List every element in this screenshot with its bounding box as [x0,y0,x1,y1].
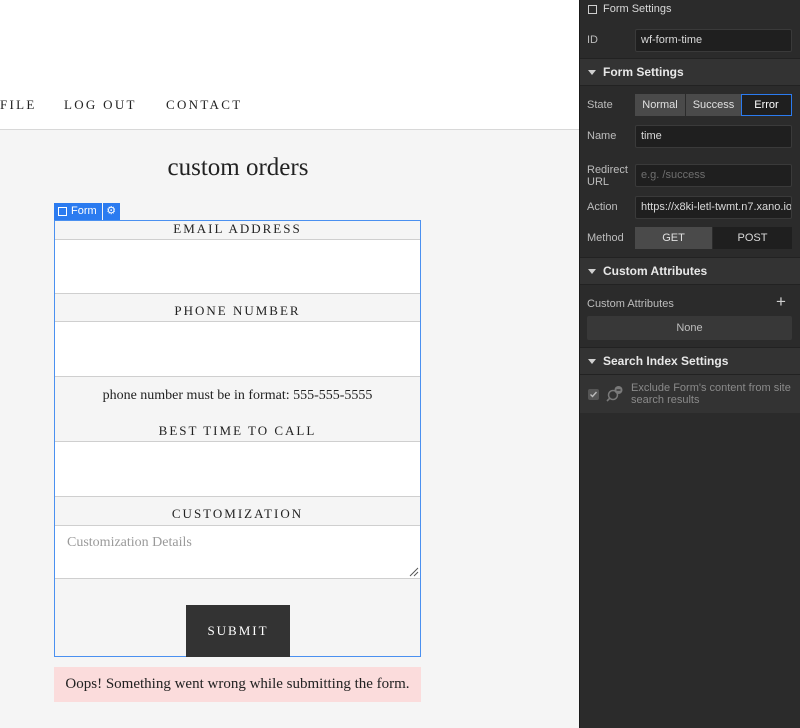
redirect-label-line-1: Redirect [587,164,628,176]
customization-label: CUSTOMIZATION [171,506,304,521]
add-attribute-icon[interactable]: + [776,293,786,310]
form-settings-section-header[interactable]: Form Settings [580,58,800,86]
exclude-search-checkbox[interactable] [588,389,599,400]
phone-field[interactable] [55,321,420,377]
site-header: FILE LOG OUT CONTACT [0,0,579,130]
exclude-search-text: Exclude Form's content from site search … [631,382,791,406]
custom-attributes-section-header[interactable]: Custom Attributes [580,257,800,285]
nav-profile-link[interactable]: FILE [0,97,37,113]
form-tag-text: Form [71,205,97,217]
name-input[interactable]: time [635,125,792,148]
state-error-button[interactable]: Error [741,94,792,116]
form-tag-label[interactable]: Form [54,203,102,220]
method-post-button[interactable]: POST [713,227,792,249]
best-time-field[interactable] [55,441,420,497]
method-label: Method [587,232,624,244]
panel-title: Form Settings [603,3,672,15]
form-selection-tag[interactable]: Form ⚙ [54,203,120,220]
section-title: Form Settings [603,65,684,79]
action-url-input[interactable]: https://x8ki-letl-twmt.n7.xano.io [635,196,792,219]
email-label: EMAIL ADDRESS [173,221,302,236]
form-error-message: Oops! Something went wrong while submitt… [54,667,421,702]
customization-placeholder: Customization Details [67,535,192,550]
redirect-label: Redirect URL [587,164,628,188]
id-input[interactable]: wf-form-time [635,29,792,52]
section-title: Custom Attributes [603,264,708,278]
best-time-label: BEST TIME TO CALL [158,423,317,438]
phone-label: PHONE NUMBER [174,303,301,318]
custom-attributes-empty: None [587,316,792,340]
method-get-button[interactable]: GET [635,227,712,249]
resize-handle-icon[interactable] [409,567,419,577]
nav-logout-link[interactable]: LOG OUT [64,97,137,113]
customization-textarea[interactable]: Customization Details [55,525,420,579]
section-title: Search Index Settings [603,354,729,368]
collapse-triangle-icon [588,268,596,274]
settings-panel: Form Settings ID wf-form-time Form Setti… [579,0,800,728]
panel-titlebar: Form Settings [580,0,800,18]
submit-button[interactable]: SUBMIT [186,605,290,657]
designer-canvas: FILE LOG OUT CONTACT custom orders Form … [0,0,579,728]
form-element-icon [58,207,67,216]
search-disabled-icon [606,386,623,402]
id-label: ID [587,34,598,46]
nav-contact-link[interactable]: CONTACT [166,97,242,113]
state-success-button[interactable]: Success [686,94,741,116]
gear-icon[interactable]: ⚙ [102,203,120,220]
check-icon [590,391,598,398]
custom-attributes-label: Custom Attributes [587,298,674,310]
page-title: custom orders [167,154,309,181]
state-normal-button[interactable]: Normal [635,94,685,116]
redirect-label-line-2: URL [587,176,610,188]
search-index-section-header[interactable]: Search Index Settings [580,347,800,375]
state-label: State [587,99,613,111]
exclude-search-row: Exclude Form's content from site search … [580,375,800,413]
form-block[interactable]: EMAIL ADDRESS PHONE NUMBER phone number … [54,220,421,657]
email-field[interactable] [55,239,420,294]
action-label: Action [587,201,618,213]
phone-format-hint: phone number must be in format: 555-555-… [102,388,373,403]
collapse-triangle-icon [588,358,596,364]
redirect-url-input[interactable]: e.g. /success [635,164,792,187]
name-label: Name [587,130,617,142]
collapse-triangle-icon [588,69,596,75]
form-element-icon [588,4,597,14]
